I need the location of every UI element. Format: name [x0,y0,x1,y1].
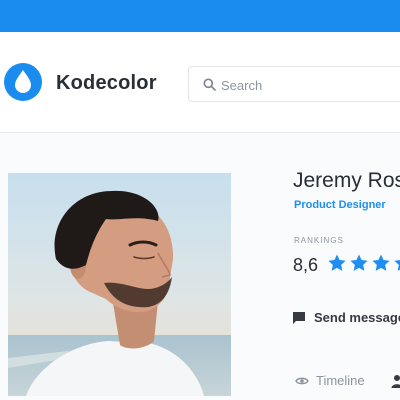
search-input[interactable] [221,74,400,96]
search-box[interactable] [188,66,400,102]
brand-name[interactable]: Kodecolor [56,72,157,95]
star-icon [350,254,368,271]
star-icon [394,260,400,271]
water-drop-icon [4,63,42,101]
eye-icon [295,377,309,384]
star-icon [328,254,346,271]
send-message-label: Send message [314,310,400,325]
star-icon [372,254,390,271]
rankings-label: RANKINGS [294,236,344,245]
profile-name: Jeremy Ros [293,169,400,192]
tab-timeline-label: Timeline [316,373,365,388]
search-icon [203,78,216,91]
profile-photo-image [8,173,231,396]
rating-value: 8,6 [293,255,319,275]
app-header: Kodecolor [0,32,400,133]
chat-bubble-icon [293,311,305,324]
top-accent-bar [0,0,400,32]
rating-stars [327,253,400,273]
tab-timeline[interactable]: Timeline [295,373,365,388]
profile-photo [8,173,231,396]
profile-role: Product Designer [294,199,386,211]
profile-tabs: Timeline [295,373,400,388]
send-message-button[interactable]: Send message [292,310,400,325]
user-icon [391,375,400,388]
